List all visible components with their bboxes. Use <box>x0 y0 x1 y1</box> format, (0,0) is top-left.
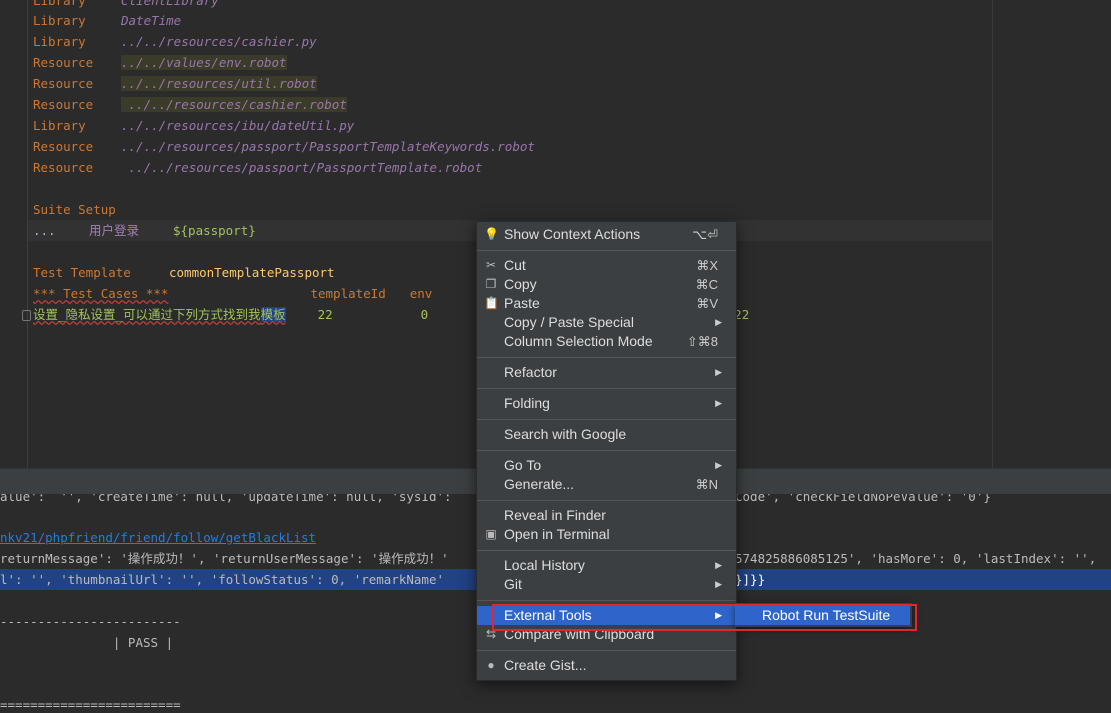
test-template-line: Test Template commonTemplatePassport <box>33 265 335 280</box>
submenu-arrow-icon: ▶ <box>715 460 722 470</box>
suite-setup-line: ... 用户登录 ${passport} <box>33 223 256 238</box>
menu-item-reveal-in-finder[interactable]: Reveal in Finder <box>477 506 736 525</box>
annotation-highlight-box <box>492 604 917 631</box>
settings-line: Resource ../../resources/passport/Passpo… <box>33 160 483 175</box>
settings-line: Library DateTime <box>33 13 182 28</box>
menu-separator <box>477 650 736 651</box>
menu-separator <box>477 550 736 551</box>
console-line: ======================== <box>0 697 181 712</box>
menu-item-local-history[interactable]: Local History ▶ <box>477 556 736 575</box>
menu-item-paste[interactable]: 📋 Paste ⌘V <box>477 294 736 313</box>
settings-line: Library ../../resources/ibu/dateUtil.py <box>33 118 355 133</box>
menu-item-copy-paste-special[interactable]: Copy / Paste Special ▶ <box>477 313 736 332</box>
console-line-tail: Code', 'checkFieldNoPeValue': '0'} <box>735 494 991 504</box>
console-line: alue': '', 'createTime': null, 'updateTi… <box>0 494 452 504</box>
menu-item-cut[interactable]: ✂ Cut ⌘X <box>477 256 736 275</box>
console-line-tail: 574825886085125', 'hasMore': 0, 'lastInd… <box>735 551 1097 566</box>
copy-icon: ❐ <box>485 277 497 291</box>
terminal-icon: ▣ <box>485 527 497 541</box>
menu-item-search-with-google[interactable]: Search with Google <box>477 425 736 444</box>
console-line-tail: }]}} <box>735 572 766 587</box>
settings-line: Resource ../../values/env.robot <box>33 55 287 70</box>
right-margin-guide <box>992 0 993 468</box>
menu-item-refactor[interactable]: Refactor ▶ <box>477 363 736 382</box>
menu-item-column-selection-mode[interactable]: Column Selection Mode ⇧⌘8 <box>477 332 736 351</box>
scissors-icon: ✂ <box>485 258 497 272</box>
menu-item-go-to[interactable]: Go To ▶ <box>477 456 736 475</box>
menu-separator <box>477 419 736 420</box>
menu-item-open-in-terminal[interactable]: ▣ Open in Terminal <box>477 525 736 544</box>
github-icon: ● <box>487 658 495 672</box>
menu-separator <box>477 388 736 389</box>
menu-item-git[interactable]: Git ▶ <box>477 575 736 594</box>
settings-line: Resource ../../resources/util.robot <box>33 76 317 91</box>
console-pass-line: | PASS | <box>0 635 174 650</box>
menu-item-show-context-actions[interactable]: 💡 Show Context Actions ⌥⏎ <box>477 225 736 244</box>
settings-line: Library ../../resources/cashier.py <box>33 34 317 49</box>
menu-item-create-gist[interactable]: ● Create Gist... <box>477 656 736 675</box>
submenu-arrow-icon: ▶ <box>715 317 722 327</box>
settings-line: Resource ../../resources/cashier.robot <box>33 97 347 112</box>
menu-separator <box>477 600 736 601</box>
menu-item-generate[interactable]: Generate... ⌘N <box>477 475 736 494</box>
menu-separator <box>477 250 736 251</box>
fold-marker-icon[interactable] <box>22 310 31 321</box>
submenu-arrow-icon: ▶ <box>715 560 722 570</box>
submenu-arrow-icon: ▶ <box>715 398 722 408</box>
settings-line: Resource ../../resources/passport/Passpor… <box>33 139 535 154</box>
suite-setup-heading: Suite Setup <box>33 202 116 217</box>
submenu-arrow-icon: ▶ <box>715 367 722 377</box>
submenu-arrow-icon: ▶ <box>715 579 722 589</box>
console-line: returnMessage': '操作成功！', 'returnUserMess… <box>0 551 449 566</box>
console-line: ------------------------ <box>0 614 181 629</box>
lightbulb-icon: 💡 <box>484 227 499 241</box>
menu-separator <box>477 500 736 501</box>
menu-item-folding[interactable]: Folding ▶ <box>477 394 736 413</box>
console-url-link[interactable]: nkv21/phpfriend/friend/follow/getBlackLi… <box>0 527 316 548</box>
menu-item-copy[interactable]: ❐ Copy ⌘C <box>477 275 736 294</box>
paste-icon: 📋 <box>484 296 499 310</box>
menu-separator <box>477 357 736 358</box>
menu-separator <box>477 450 736 451</box>
